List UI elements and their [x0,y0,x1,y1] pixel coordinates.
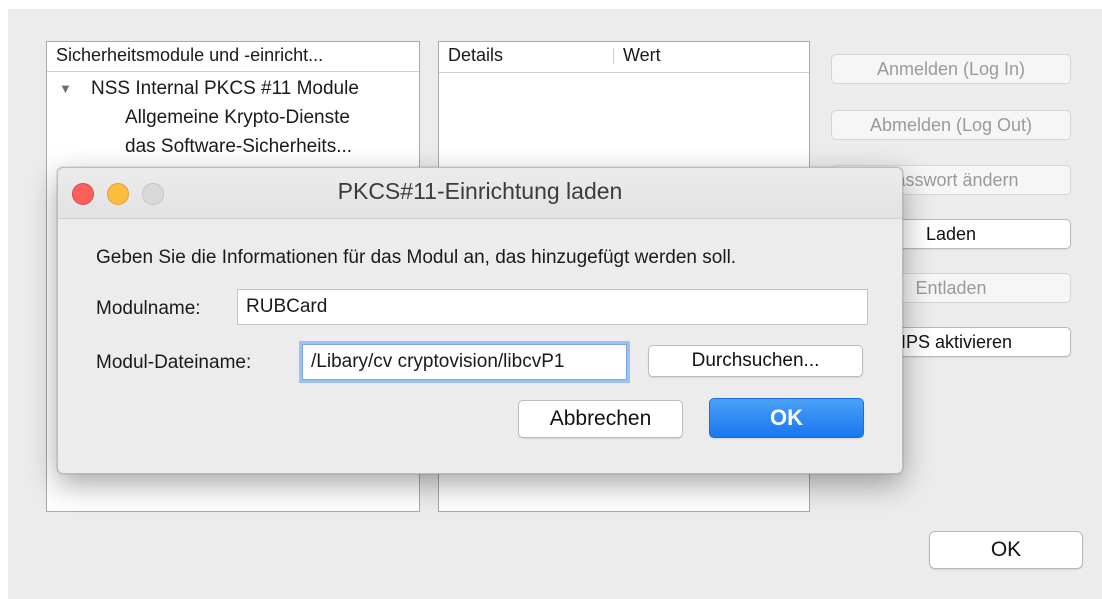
tree-row-label: NSS Internal PKCS #11 Module [91,78,359,99]
details-table-header: Details Wert [439,42,809,73]
disclosure-triangle-icon[interactable]: ▼ [59,74,72,103]
modules-column-header[interactable]: Sicherheitsmodule und -einricht... [47,42,419,72]
dialog-titlebar[interactable]: PKCS#11-Einrichtung laden [58,168,902,219]
tree-row-label: das Software-Sicherheits... [125,136,353,157]
details-column-header[interactable]: Details [448,42,503,68]
module-name-label: Modulname: [96,298,201,319]
main-ok-button[interactable]: OK [929,531,1083,569]
load-pkcs11-dialog: PKCS#11-Einrichtung laden Geben Sie die … [57,167,903,474]
cancel-button[interactable]: Abbrechen [518,400,683,438]
dialog-title: PKCS#11-Einrichtung laden [337,178,623,204]
tree-row-crypto-services[interactable]: Allgemeine Krypto-Dienste [47,103,419,132]
column-divider [613,48,614,64]
value-column-header[interactable]: Wert [623,42,661,68]
ok-button[interactable]: OK [709,398,864,438]
browse-button[interactable]: Durchsuchen... [648,345,863,377]
dialog-instruction: Geben Sie die Informationen für das Modu… [96,247,737,268]
tree-row-software-security[interactable]: das Software-Sicherheits... [47,132,419,161]
module-filename-label: Modul-Dateiname: [96,352,252,373]
login-button[interactable]: Anmelden (Log In) [831,54,1071,84]
module-name-field[interactable]: RUBCard [237,289,868,325]
module-filename-field[interactable]: /Libary/cv cryptovision/libcvP1 [302,344,627,380]
tree-row-label: Allgemeine Krypto-Dienste [125,107,350,128]
tree-row-nss-internal[interactable]: ▼ NSS Internal PKCS #11 Module [47,74,419,103]
logout-button[interactable]: Abmelden (Log Out) [831,110,1071,140]
